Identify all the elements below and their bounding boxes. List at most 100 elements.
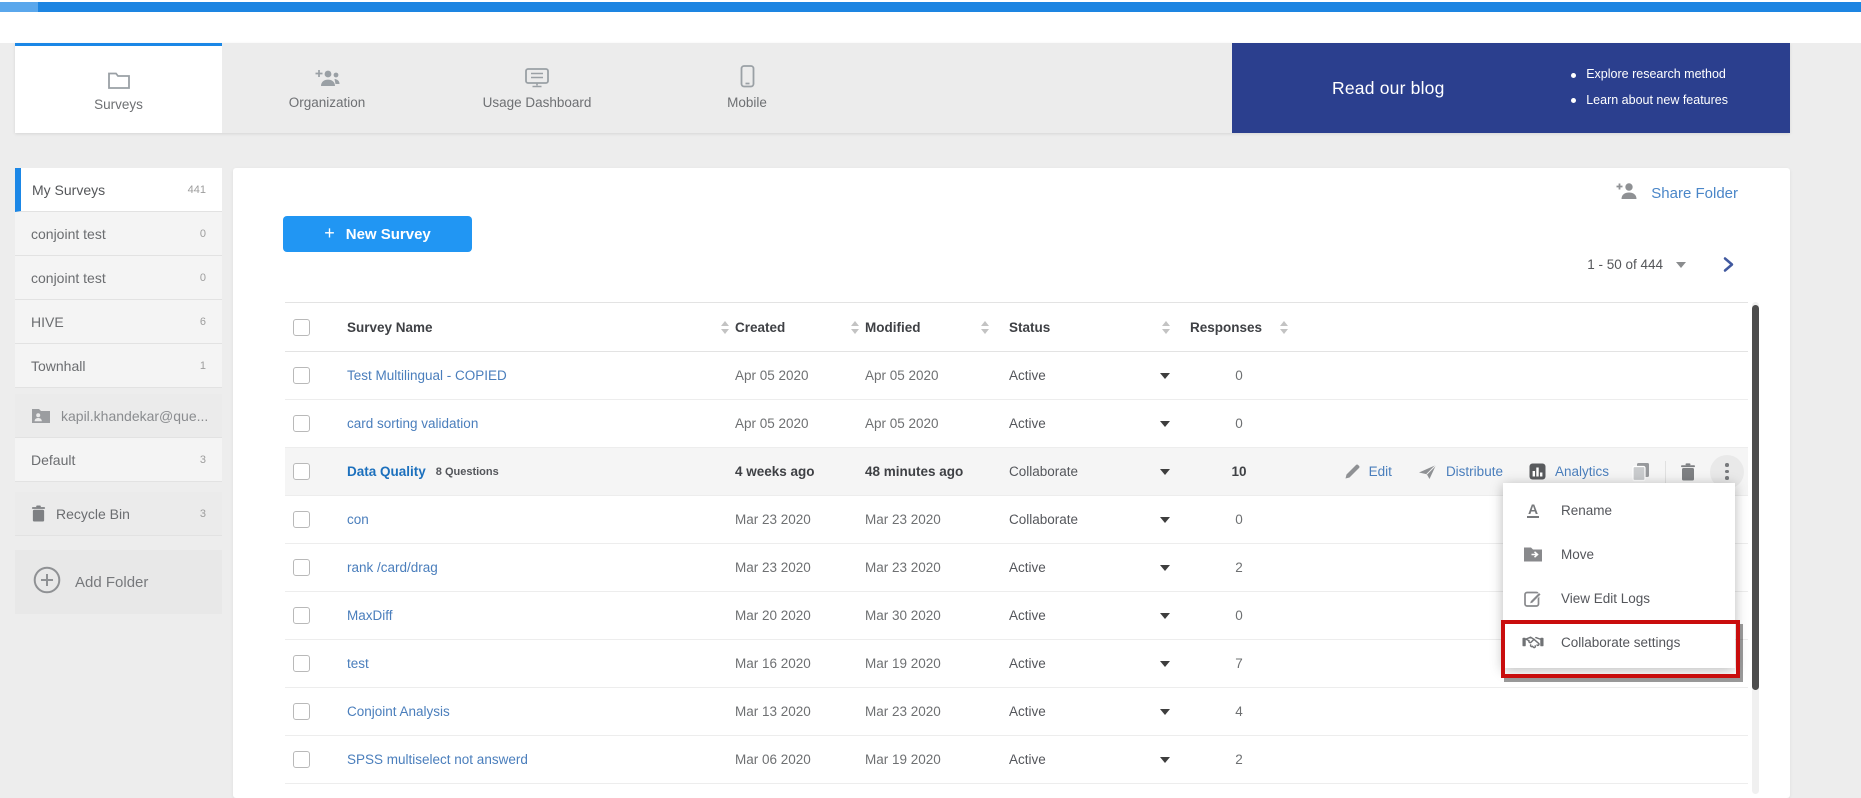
sidebar-item-hive[interactable]: HIVE 6 — [15, 300, 222, 344]
tab-label: Usage Dashboard — [483, 95, 592, 110]
status-dropdown-caret-icon[interactable] — [1160, 661, 1170, 667]
survey-name-link[interactable]: rank /card/drag — [347, 560, 438, 575]
mobile-icon — [740, 66, 755, 88]
menu-item-view-edit-logs[interactable]: View Edit Logs — [1503, 576, 1735, 620]
status-dropdown-caret-icon[interactable] — [1160, 517, 1170, 523]
share-folder-label: Share Folder — [1651, 185, 1738, 202]
modified-value: 48 minutes ago — [865, 464, 963, 479]
survey-name-link[interactable]: MaxDiff — [347, 608, 393, 623]
row-checkbox[interactable] — [293, 655, 310, 672]
tab-label: Mobile — [727, 95, 767, 110]
row-checkbox[interactable] — [293, 607, 310, 624]
status-dropdown-caret-icon[interactable] — [1160, 565, 1170, 571]
sidebar-item-townhall[interactable]: Townhall 1 — [15, 344, 222, 388]
pagination-range: 1 - 50 of 444 — [1587, 257, 1663, 272]
delete-survey-button[interactable] — [1680, 463, 1696, 481]
tab-surveys[interactable]: Surveys — [15, 43, 222, 133]
pagination-dropdown-caret-icon[interactable] — [1676, 262, 1686, 268]
modified-cell: Mar 23 2020 — [865, 704, 995, 719]
responses-cell: 2 — [1180, 560, 1290, 575]
sort-icon[interactable] — [1162, 321, 1170, 334]
sidebar-item-conjoint-test-1[interactable]: conjoint test 0 — [15, 212, 222, 256]
row-checkbox[interactable] — [293, 367, 310, 384]
sort-icon[interactable] — [851, 321, 859, 334]
survey-name-link[interactable]: test — [347, 656, 369, 671]
folder-label: Townhall — [31, 358, 85, 374]
handshake-icon — [1522, 634, 1544, 650]
sidebar-item-conjoint-test-2[interactable]: conjoint test 0 — [15, 256, 222, 300]
copy-survey-button[interactable] — [1631, 462, 1651, 482]
actions-divider — [1665, 461, 1666, 483]
sidebar-item-my-surveys[interactable]: My Surveys 441 — [15, 168, 222, 212]
row-checkbox[interactable] — [293, 511, 310, 528]
tab-mobile[interactable]: Mobile — [642, 43, 852, 133]
pencil-icon — [1344, 464, 1360, 480]
add-people-icon — [313, 66, 341, 88]
sidebar-section-gap — [15, 482, 222, 492]
move-folder-icon — [1522, 546, 1544, 562]
add-folder-button[interactable]: Add Folder — [15, 550, 222, 614]
header-created: Created — [735, 320, 865, 335]
menu-item-label: Move — [1561, 547, 1594, 562]
status-dropdown-caret-icon[interactable] — [1160, 757, 1170, 763]
status-value: Collaborate — [1009, 464, 1078, 479]
row-checkbox[interactable] — [293, 703, 310, 720]
banner-bullet-text: Learn about new features — [1586, 88, 1728, 114]
survey-name-link[interactable]: Data Quality — [347, 464, 426, 479]
survey-name-link[interactable]: SPSS multiselect not answerd — [347, 752, 528, 767]
responses-value: 2 — [1190, 752, 1288, 767]
status-cell: Active — [995, 560, 1180, 575]
column-label: Created — [735, 320, 785, 335]
menu-item-collaborate-settings[interactable]: Collaborate settings — [1503, 620, 1735, 664]
status-dropdown-caret-icon[interactable] — [1160, 421, 1170, 427]
distribute-button[interactable]: Distribute — [1418, 464, 1503, 480]
edit-button[interactable]: Edit — [1344, 464, 1392, 480]
analytics-button[interactable]: Analytics — [1529, 463, 1609, 480]
created-cell: Apr 05 2020 — [735, 368, 865, 383]
created-cell: Mar 16 2020 — [735, 656, 865, 671]
banner-title[interactable]: Read our blog — [1332, 78, 1445, 99]
sort-icon[interactable] — [981, 321, 989, 334]
folder-label: HIVE — [31, 314, 64, 330]
survey-name-cell: Test Multilingual - COPIED — [335, 368, 735, 383]
select-all-checkbox[interactable] — [293, 319, 310, 336]
responses-cell: 0 — [1180, 368, 1290, 383]
header-modified: Modified — [865, 320, 995, 335]
created-value: Mar 06 2020 — [735, 752, 811, 767]
status-dropdown-caret-icon[interactable] — [1160, 613, 1170, 619]
created-value: Apr 05 2020 — [735, 368, 809, 383]
menu-item-rename[interactable]: A Rename — [1503, 488, 1735, 532]
row-checkbox-cell — [285, 703, 335, 720]
row-checkbox-cell — [285, 655, 335, 672]
status-dropdown-caret-icon[interactable] — [1160, 709, 1170, 715]
row-checkbox[interactable] — [293, 559, 310, 576]
sort-icon[interactable] — [1280, 321, 1288, 334]
survey-name-link[interactable]: Test Multilingual - COPIED — [347, 368, 507, 383]
sidebar-item-default[interactable]: Default 3 — [15, 438, 222, 482]
header-responses: Responses — [1180, 320, 1290, 335]
tab-label: Surveys — [94, 97, 143, 112]
tab-organization[interactable]: Organization — [222, 43, 432, 133]
survey-name-link[interactable]: con — [347, 512, 369, 527]
sort-icon[interactable] — [721, 321, 729, 334]
status-dropdown-caret-icon[interactable] — [1160, 469, 1170, 475]
table-row: Conjoint Analysis Mar 13 2020 Mar 23 202… — [285, 688, 1748, 736]
responses-value: 4 — [1190, 704, 1288, 719]
menu-item-move[interactable]: Move — [1503, 532, 1735, 576]
sidebar-item-recycle-bin[interactable]: Recycle Bin 3 — [15, 492, 222, 536]
blog-banner[interactable]: Read our blog Explore research method Le… — [1232, 43, 1790, 133]
share-folder-button[interactable]: Share Folder — [1615, 181, 1738, 205]
main-nav-tabbar: Surveys Organization — [15, 43, 1790, 133]
row-checkbox[interactable] — [293, 415, 310, 432]
survey-name-link[interactable]: Conjoint Analysis — [347, 704, 450, 719]
tab-usage-dashboard[interactable]: Usage Dashboard — [432, 43, 642, 133]
row-checkbox[interactable] — [293, 751, 310, 768]
row-checkbox[interactable] — [293, 463, 310, 480]
column-label: Survey Name — [347, 320, 433, 335]
survey-name-link[interactable]: card sorting validation — [347, 416, 478, 431]
table-scrollbar-thumb[interactable] — [1752, 305, 1759, 690]
sidebar-item-account-folder[interactable]: kapil.khandekar@que... — [15, 394, 222, 438]
next-page-chevron-icon[interactable] — [1722, 256, 1735, 273]
status-dropdown-caret-icon[interactable] — [1160, 373, 1170, 379]
new-survey-button[interactable]: + New Survey — [283, 216, 472, 252]
